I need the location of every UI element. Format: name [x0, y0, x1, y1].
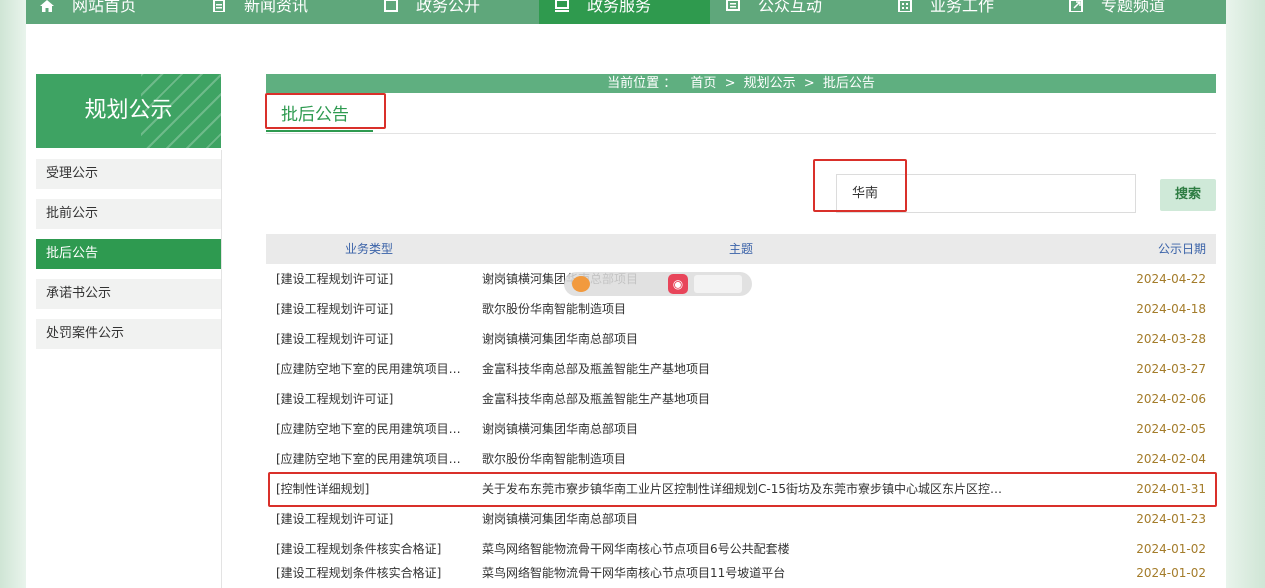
- breadcrumb-current: 批后公告: [822, 76, 875, 91]
- table-row[interactable]: [建设工程规划许可证] 歌尔股份华南智能制造项目 2024-04-18: [266, 294, 1216, 324]
- row-date: 2024-04-22: [1136, 272, 1206, 286]
- row-type: [建设工程规划许可证]: [276, 512, 394, 526]
- row-date: 2024-04-18: [1136, 302, 1206, 316]
- monitor-icon: [555, 0, 569, 12]
- floating-toolbar-overlay[interactable]: ◉: [564, 272, 752, 296]
- nav-item-special[interactable]: 专题频道: [1069, 0, 1165, 24]
- breadcrumb-prefix: 当前位置 ：: [607, 76, 677, 91]
- row-date: 2024-03-28: [1136, 332, 1206, 346]
- row-subject-link[interactable]: 谢岗镇横河集团华南总部项目: [482, 504, 1012, 534]
- sidebar-divider: [221, 150, 222, 588]
- row-subject-link[interactable]: 金富科技华南总部及瓶盖智能生产基地项目: [482, 354, 1012, 384]
- window-icon: [384, 0, 398, 12]
- overlay-label-blur: [694, 275, 742, 293]
- row-date: 2024-03-27: [1136, 362, 1206, 376]
- nav-item-public-interaction[interactable]: 公众互动: [726, 0, 822, 24]
- row-type: [应建防空地下室的民用建筑项目…: [276, 422, 461, 436]
- nav-item-label: 业务工作: [930, 0, 995, 15]
- section-divider: [266, 133, 1216, 134]
- sidebar-title: 规划公示: [36, 74, 221, 148]
- column-header-date: 公示日期: [1157, 242, 1206, 256]
- nav-item-label: 专题频道: [1101, 0, 1166, 15]
- breadcrumb: 当前位置 ： 首页 > 规划公示 > 批后公告: [266, 74, 1216, 93]
- sidebar-item-acceptance[interactable]: 受理公示: [36, 159, 221, 189]
- row-subject-link[interactable]: 谢岗镇横河集团华南总部项目: [482, 414, 1012, 444]
- table-row[interactable]: [建设工程规划许可证] 金富科技华南总部及瓶盖智能生产基地项目 2024-02-06: [266, 384, 1216, 414]
- table-row[interactable]: [建设工程规划许可证] 谢岗镇横河集团华南总部项目 2024-03-28: [266, 324, 1216, 354]
- row-type: [建设工程规划许可证]: [276, 392, 394, 406]
- sidebar-item-post-approval[interactable]: 批后公告: [36, 239, 221, 269]
- title-underline: [266, 130, 373, 132]
- table-row[interactable]: [应建防空地下室的民用建筑项目… 歌尔股份华南智能制造项目 2024-02-04: [266, 444, 1216, 474]
- nav-item-gov-service[interactable]: 政务服务: [539, 0, 710, 24]
- nav-item-label: 新闻资讯: [244, 0, 309, 15]
- document-icon: [213, 0, 225, 12]
- breadcrumb-separator: >: [724, 76, 736, 91]
- overlay-logo-icon: [572, 276, 590, 292]
- table-header: 业务类型 主题 公示日期: [266, 234, 1216, 264]
- row-subject-link[interactable]: 歌尔股份华南智能制造项目: [482, 294, 1012, 324]
- breadcrumb-planning-link[interactable]: 规划公示: [744, 76, 796, 91]
- table-row[interactable]: [应建防空地下室的民用建筑项目… 金富科技华南总部及瓶盖智能生产基地项目 2024-…: [266, 354, 1216, 384]
- row-date: 2024-01-02: [1136, 566, 1206, 580]
- overlay-eye-icon[interactable]: ◉: [668, 274, 688, 294]
- column-header-subject: 主题: [729, 242, 754, 256]
- nav-item-label: 网站首页: [72, 0, 137, 15]
- row-subject-link[interactable]: 谢岗镇横河集团华南总部项目: [482, 324, 1012, 354]
- row-type: [建设工程规划许可证]: [276, 332, 394, 346]
- row-date: 2024-02-05: [1136, 422, 1206, 436]
- row-subject-link[interactable]: 歌尔股份华南智能制造项目: [482, 444, 1012, 474]
- row-type: [应建防空地下室的民用建筑项目…: [276, 452, 461, 466]
- sidebar-item-pre-approval[interactable]: 批前公示: [36, 199, 221, 229]
- sidebar-item-label: 承诺书公示: [46, 286, 112, 301]
- nav-item-label: 政务公开: [416, 0, 481, 15]
- breadcrumb-home-link[interactable]: 首页: [690, 76, 716, 91]
- building-icon: [898, 0, 912, 12]
- table-row[interactable]: [建设工程规划条件核实合格证] 菜鸟网络智能物流骨干网华南核心节点项目11号坡道平…: [266, 558, 1216, 588]
- home-icon: [40, 0, 54, 12]
- column-header-type: 业务类型: [345, 242, 394, 256]
- row-type: [建设工程规划许可证]: [276, 302, 394, 316]
- sidebar-item-penalty[interactable]: 处罚案件公示: [36, 319, 221, 349]
- highlight-box-row: [268, 472, 1217, 507]
- table-row[interactable]: [建设工程规划许可证] 谢岗镇横河集团华南总部项目 2024-01-23: [266, 504, 1216, 534]
- nav-item-business[interactable]: 业务工作: [898, 0, 994, 24]
- row-type: [建设工程规划条件核实合格证]: [276, 566, 442, 580]
- highlight-box-title: [265, 93, 386, 129]
- row-date: 2024-01-23: [1136, 512, 1206, 526]
- row-type: [建设工程规划许可证]: [276, 272, 394, 286]
- external-icon: [1069, 0, 1083, 12]
- row-date: 2024-02-04: [1136, 452, 1206, 466]
- row-subject-link[interactable]: 金富科技华南总部及瓶盖智能生产基地项目: [482, 384, 1012, 414]
- sidebar-item-label: 处罚案件公示: [46, 326, 125, 341]
- chat-icon: [726, 0, 740, 11]
- sidebar-item-label: 受理公示: [46, 166, 99, 181]
- sidebar-item-commitment[interactable]: 承诺书公示: [36, 279, 221, 309]
- top-nav-bar: 网站首页 新闻资讯 政务公开 政务服务 公众互动 业务工作 专题频道: [26, 0, 1226, 24]
- nav-item-gov-open[interactable]: 政务公开: [384, 0, 480, 24]
- nav-item-home[interactable]: 网站首页: [40, 0, 136, 24]
- row-subject-link[interactable]: 菜鸟网络智能物流骨干网华南核心节点项目11号坡道平台: [482, 558, 1012, 588]
- highlight-box-search: [813, 159, 907, 212]
- nav-item-label: 公众互动: [758, 0, 823, 15]
- row-date: 2024-02-06: [1136, 392, 1206, 406]
- sidebar-item-label: 批后公告: [46, 246, 99, 261]
- sidebar-item-label: 批前公示: [46, 206, 99, 221]
- nav-item-news[interactable]: 新闻资讯: [212, 0, 308, 24]
- nav-item-label: 政务服务: [587, 0, 652, 15]
- sidebar-title-decoration: [141, 74, 221, 148]
- row-type: [应建防空地下室的民用建筑项目…: [276, 362, 461, 376]
- breadcrumb-separator: >: [803, 76, 815, 91]
- search-button[interactable]: 搜索: [1160, 179, 1216, 211]
- table-row[interactable]: [应建防空地下室的民用建筑项目… 谢岗镇横河集团华南总部项目 2024-02-05: [266, 414, 1216, 444]
